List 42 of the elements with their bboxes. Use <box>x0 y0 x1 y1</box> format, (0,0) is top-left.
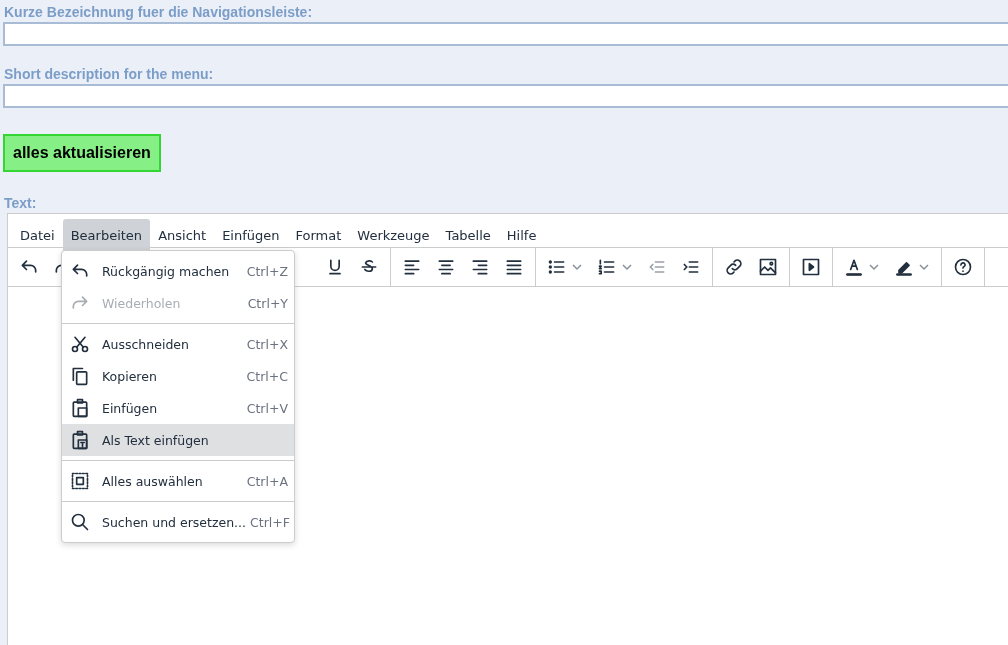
clipboard-text-icon <box>70 430 90 450</box>
help-icon <box>953 257 973 277</box>
chevron-down-icon <box>868 261 880 273</box>
text-field[interactable] <box>3 84 1008 108</box>
justify-icon <box>504 257 524 277</box>
menu-bar-item[interactable]: Tabelle <box>437 219 499 253</box>
align-left-icon <box>402 257 422 277</box>
text-color-icon <box>844 257 864 277</box>
menu-item[interactable]: Suchen und ersetzen... Ctrl+F <box>62 506 294 538</box>
menu-item[interactable]: Als Text einfügen <box>62 424 294 456</box>
search-icon <box>70 512 90 532</box>
scissors-icon <box>70 334 90 354</box>
field-label: Short description for the menu: <box>4 66 215 82</box>
menu-item[interactable]: Einfügen Ctrl+V <box>62 392 294 424</box>
menu-item[interactable]: Rückgängig machen Ctrl+Z <box>62 255 294 287</box>
chevron-down-icon <box>571 261 583 273</box>
menu-bar-item[interactable]: Bearbeiten <box>62 219 151 253</box>
update-all-button[interactable]: alles aktualisieren <box>3 134 161 172</box>
menu-bar-item[interactable]: Hilfe <box>498 219 545 253</box>
copy-icon <box>70 366 90 386</box>
numbered-list-icon <box>597 257 617 277</box>
editor-label: Text: <box>4 195 38 211</box>
chevron-down-icon <box>621 261 633 273</box>
menu-bar-item[interactable]: Datei <box>12 219 63 253</box>
link-icon <box>724 257 744 277</box>
menu-bar-item[interactable]: Ansicht <box>150 219 215 253</box>
align-center-icon <box>436 257 456 277</box>
video-icon <box>801 257 821 277</box>
menu-bar-item[interactable]: Format <box>287 219 350 253</box>
field-label: Kurze Bezeichnung fuer die Navigationsleiste: <box>4 4 314 20</box>
align-right-icon <box>470 257 490 277</box>
bullet-list-icon <box>547 257 567 277</box>
menu-bar-item[interactable]: Werkzeuge <box>349 219 438 253</box>
select-all-icon <box>70 471 90 491</box>
chevron-down-icon <box>918 261 930 273</box>
clipboard-icon <box>70 398 90 418</box>
menu-bar-item[interactable]: Einfügen <box>214 219 288 253</box>
text-field[interactable] <box>3 22 1008 46</box>
menu-item[interactable]: Kopieren Ctrl+C <box>62 360 294 392</box>
image-icon <box>758 257 778 277</box>
menu-item[interactable]: Ausschneiden Ctrl+X <box>62 328 294 360</box>
menu-item[interactable]: Alles auswählen Ctrl+A <box>62 465 294 497</box>
